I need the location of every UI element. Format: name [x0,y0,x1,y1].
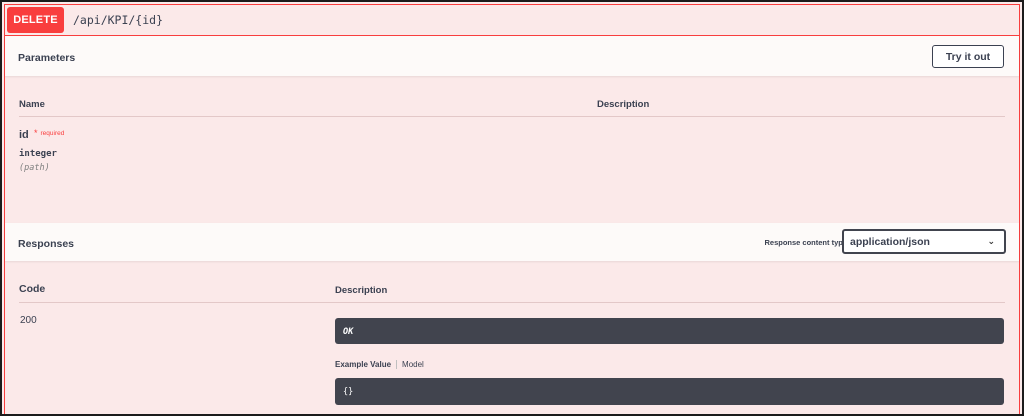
tab-example-value[interactable]: Example Value [335,360,398,369]
tab-model[interactable]: Model [397,360,424,369]
example-model-tabs: Example Value Model [335,360,424,369]
response-header-divider [19,302,1005,303]
parameters-title: Parameters [18,52,76,64]
swagger-frame: DELETE /api/KPI/{id} Parameters Try it o… [0,0,1024,416]
response-col-code: Code [19,283,46,295]
operation-path: /api/KPI/{id} [73,13,164,27]
param-header-divider [19,116,1005,117]
param-col-description: Description [597,99,650,110]
param-required-flag: * required [34,127,65,138]
param-col-name: Name [19,99,45,110]
example-value-block: {} [335,378,1004,405]
example-value: {} [343,387,354,397]
param-name: id [19,129,29,141]
response-description-block: OK [335,318,1004,344]
response-code: 200 [20,315,37,326]
response-col-description: Description [335,285,388,296]
operation-block-delete: DELETE /api/KPI/{id} Parameters Try it o… [4,4,1020,414]
responses-title: Responses [18,238,75,250]
param-required-text: required [40,130,65,137]
parameters-header: Parameters Try it out [5,36,1019,76]
response-content-type-value: application/json [850,236,930,248]
operation-summary[interactable]: DELETE /api/KPI/{id} [5,5,1019,36]
try-it-out-button[interactable]: Try it out [932,45,1004,68]
chevron-down-icon: ⌄ [987,236,995,246]
param-type: integer [19,149,57,159]
required-star-icon: * [34,128,38,138]
param-location: (path) [19,163,50,173]
responses-header: Responses Response content type applicat… [5,223,1019,261]
response-description: OK [343,327,354,337]
response-content-type-select[interactable]: application/json ⌄ [842,229,1006,254]
response-content-type-label: Response content type [764,238,847,247]
method-badge: DELETE [7,7,64,33]
